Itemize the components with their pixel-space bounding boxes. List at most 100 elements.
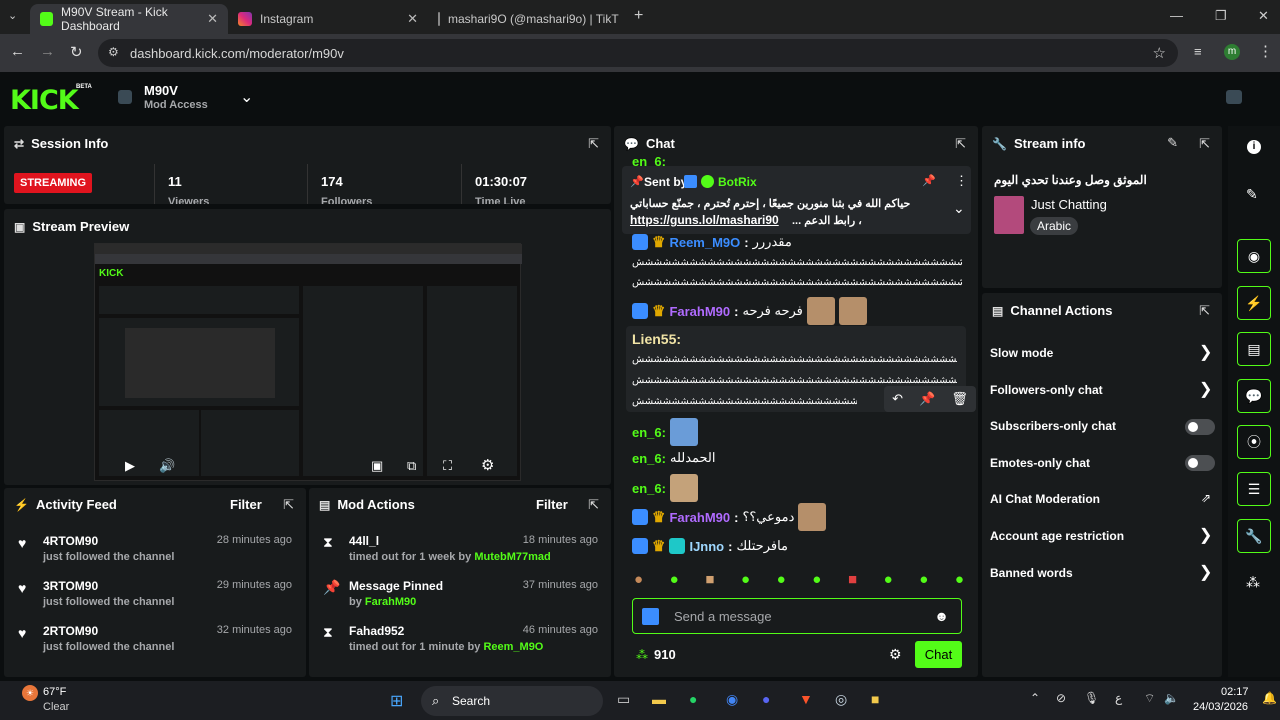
- emote-icon[interactable]: ●: [884, 571, 893, 593]
- pinned-author[interactable]: BotRix: [718, 175, 757, 189]
- notification-bell-icon[interactable]: 🔔: [1262, 691, 1277, 705]
- file-explorer-icon[interactable]: ▬: [652, 691, 666, 707]
- mod-filter-button[interactable]: Filter: [536, 497, 568, 512]
- emoji-picker-icon[interactable]: ☻: [934, 608, 949, 624]
- menu-icon[interactable]: ⋮: [1258, 42, 1273, 60]
- popout-icon[interactable]: ⇱: [1199, 136, 1210, 152]
- pin-message-icon[interactable]: 📌: [919, 391, 935, 407]
- edit-pencil-icon[interactable]: ✎: [1167, 135, 1178, 151]
- play-icon[interactable]: ▶: [125, 458, 135, 474]
- close-icon[interactable]: ✕: [407, 11, 418, 27]
- chevron-right-icon[interactable]: ❯: [1199, 562, 1212, 582]
- emote-icon[interactable]: ●: [670, 571, 679, 593]
- steam-icon[interactable]: ◎: [835, 691, 847, 708]
- theater-icon[interactable]: ▣: [371, 458, 383, 474]
- emote-icon[interactable]: ●: [741, 571, 750, 593]
- slow-mode-label[interactable]: Slow mode: [990, 345, 1053, 361]
- moderator-name[interactable]: MutebM77mad: [474, 551, 550, 563]
- banned-words-label[interactable]: Banned words: [990, 565, 1073, 581]
- tools-toggle-button[interactable]: 🔧: [1237, 519, 1271, 553]
- tray-chevron-icon[interactable]: ⌃: [1030, 691, 1040, 705]
- tab-kick-dashboard[interactable]: M90V Stream - Kick Dashboard ✕: [30, 4, 228, 34]
- chat-message[interactable]: ♛ Reem_M9O: مقدررر: [632, 233, 792, 251]
- chat-message[interactable]: en_6: الحمدلله: [632, 450, 716, 466]
- reply-icon[interactable]: ↶: [892, 391, 903, 407]
- whatsapp-icon[interactable]: ●: [689, 691, 697, 707]
- chat-username[interactable]: FarahM90: [669, 510, 730, 525]
- site-info-icon[interactable]: ⚙: [108, 45, 119, 59]
- activity-filter-button[interactable]: Filter: [230, 497, 262, 512]
- reload-icon[interactable]: ↻: [70, 43, 83, 61]
- mod-actions-toggle-button[interactable]: ▤: [1237, 332, 1271, 366]
- bookmark-star-icon[interactable]: ☆: [1153, 44, 1166, 62]
- language-indicator[interactable]: ع: [1115, 691, 1122, 705]
- delete-icon[interactable]: 🗑: [951, 391, 968, 407]
- emote-icon[interactable]: ●: [919, 571, 928, 593]
- followers-only-label[interactable]: Followers-only chat: [990, 382, 1103, 398]
- chat-message-hovered[interactable]: Lien55: شششششششششششششششششششششششششششششششش…: [626, 326, 976, 412]
- fullscreen-icon[interactable]: ⛶: [443, 458, 452, 474]
- window-close-icon[interactable]: ✕: [1258, 8, 1269, 24]
- unpin-icon[interactable]: 📌: [922, 174, 936, 187]
- chevron-right-icon[interactable]: ❯: [1199, 525, 1212, 545]
- pinned-message[interactable]: 📌 Sent by BotRix 📌 ⋮ حياكم الله في بثنا …: [622, 166, 971, 234]
- weather-icon[interactable]: ☀: [22, 685, 38, 701]
- moderator-name[interactable]: FarahM90: [365, 596, 416, 608]
- chat-username[interactable]: FarahM90: [669, 304, 730, 319]
- chevron-right-icon[interactable]: ❯: [1199, 379, 1212, 399]
- user-avatar[interactable]: [1226, 90, 1242, 104]
- edit-pencil-icon[interactable]: ✎: [1246, 186, 1258, 203]
- moderator-name[interactable]: Reem_M9O: [483, 641, 543, 653]
- category-name[interactable]: Just Chatting: [1031, 197, 1107, 212]
- list-item[interactable]: ⧗ Fahad952 timed out for 1 minute by Ree…: [309, 620, 611, 660]
- stream-video[interactable]: KICK ▶ 🔊 ▣ ⧉ ⛶ ⚙: [94, 243, 522, 481]
- info-icon[interactable]: i: [1247, 140, 1261, 154]
- chat-username[interactable]: en_6:: [632, 451, 666, 466]
- channel-switch-chevron-icon[interactable]: ⌄: [240, 87, 253, 107]
- volume-icon[interactable]: 🔊: [159, 458, 175, 474]
- chrome-icon[interactable]: ◉: [726, 691, 738, 708]
- emote-icon[interactable]: ●: [634, 571, 643, 593]
- speaker-icon[interactable]: 🔈: [1164, 691, 1179, 705]
- clock-time[interactable]: 02:17: [1221, 686, 1249, 698]
- pip-icon[interactable]: ⧉: [407, 458, 416, 474]
- profile-avatar[interactable]: m: [1224, 44, 1240, 60]
- emote-icon[interactable]: ●: [812, 571, 821, 593]
- popout-icon[interactable]: ⇱: [955, 136, 966, 152]
- chat-username[interactable]: en_6:: [632, 425, 666, 440]
- list-item[interactable]: ♥ 3RTOM90 just followed the channel 29 m…: [4, 575, 306, 615]
- community-icon[interactable]: ⁂: [1246, 574, 1260, 591]
- popout-icon[interactable]: ⇱: [588, 497, 599, 513]
- emote-icon[interactable]: ●: [777, 571, 786, 593]
- media-icon[interactable]: ≡: [1194, 44, 1202, 59]
- network-icon[interactable]: ⊘: [1056, 691, 1066, 705]
- chat-message[interactable]: ♛ IJnno: مافرحتلك: [632, 537, 788, 555]
- tab-instagram[interactable]: Instagram ✕: [228, 4, 428, 34]
- tab-list-icon[interactable]: ⌄: [8, 9, 17, 22]
- app-icon[interactable]: ■: [871, 691, 879, 707]
- chat-settings-gear-icon[interactable]: ⚙: [889, 646, 902, 663]
- chat-message[interactable]: ♛ FarahM90: فرحه فرحه: [632, 297, 867, 325]
- task-view-icon[interactable]: ▭: [617, 691, 630, 708]
- discord-icon[interactable]: ●: [762, 691, 770, 707]
- address-bar[interactable]: ⚙ dashboard.kick.com/moderator/m90v ☆: [98, 39, 1178, 67]
- chevron-right-icon[interactable]: ❯: [1199, 342, 1212, 362]
- tab-tiktok[interactable]: mashari9O (@mashari9o) | TikT: [428, 4, 628, 34]
- forward-icon[interactable]: →: [40, 43, 55, 60]
- send-chat-button[interactable]: Chat: [915, 641, 962, 668]
- chat-input[interactable]: Send a message ☻: [632, 598, 962, 634]
- emotes-only-toggle[interactable]: [1185, 455, 1215, 471]
- chat-username[interactable]: en_6:: [632, 481, 666, 496]
- broadcast-toggle-button[interactable]: ⦿: [1237, 425, 1271, 459]
- emote-icon[interactable]: ■: [848, 571, 857, 593]
- list-item[interactable]: 📌 Message Pinned by FarahM90 37 minutes …: [309, 575, 611, 615]
- emote-icon[interactable]: ●: [955, 571, 964, 593]
- back-icon[interactable]: ←: [10, 43, 25, 60]
- expand-chevron-icon[interactable]: ⌄: [953, 200, 965, 217]
- ai-moderation-label[interactable]: AI Chat Moderation: [990, 491, 1100, 507]
- chat-toggle-button[interactable]: 💬: [1237, 379, 1271, 413]
- list-item[interactable]: ♥ 4RTOM90 just followed the channel 28 m…: [4, 530, 306, 570]
- more-options-icon[interactable]: ⋮: [955, 173, 968, 189]
- close-icon[interactable]: ✕: [207, 11, 218, 27]
- clock-date[interactable]: 24/03/2026: [1193, 701, 1248, 713]
